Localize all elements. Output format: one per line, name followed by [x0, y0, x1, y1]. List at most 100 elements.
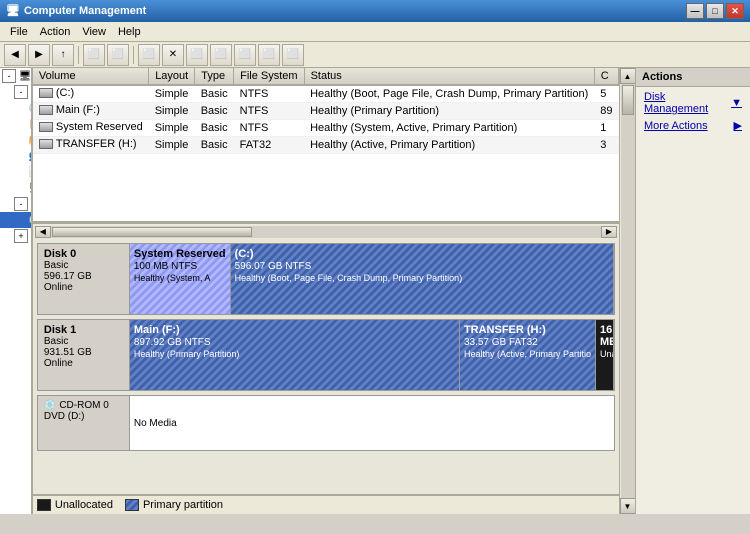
disk1-partitions: Main (F:) 897.92 GB NTFS Healthy (Primar…	[130, 320, 614, 390]
h-scroll-thumb[interactable]	[52, 227, 252, 237]
cell-cap-1: 89	[594, 103, 618, 120]
disk0-sysres-status: Healthy (System, A	[134, 273, 226, 283]
col-volume[interactable]: Volume	[33, 68, 149, 85]
toolbar-btn-5[interactable]: ✕	[162, 44, 184, 66]
toolbar-btn-10[interactable]: ⬜	[282, 44, 304, 66]
disk0-partition-sysres[interactable]: System Reserved 100 MB NTFS Healthy (Sys…	[130, 244, 231, 314]
tree-system-tools[interactable]: - 📁 System Tools	[0, 84, 31, 100]
forward-button[interactable]: ▶	[28, 44, 50, 66]
disk0-c-name: (C:)	[235, 248, 609, 260]
table-row[interactable]: Main (F:) Simple Basic NTFS Healthy (Pri…	[33, 103, 619, 120]
tree-performance[interactable]: 📊 Performance	[0, 164, 31, 180]
col-status[interactable]: Status	[304, 68, 594, 85]
up-button[interactable]: ↑	[52, 44, 74, 66]
cdrom-label: 💿 CD-ROM 0 DVD (D:)	[38, 396, 130, 450]
col-filesystem[interactable]: File System	[234, 68, 304, 85]
disk0-status: Online	[44, 282, 123, 293]
services-expander[interactable]: +	[14, 229, 28, 243]
show-hide-button[interactable]: ⬜	[83, 44, 105, 66]
cell-fs-0: NTFS	[234, 85, 304, 103]
disk1-partition-f[interactable]: Main (F:) 897.92 GB NTFS Healthy (Primar…	[130, 320, 460, 390]
h-scroll-track[interactable]	[51, 226, 601, 238]
tree-panel: - 🖥 Computer Management (Local - 📁 Syste…	[0, 68, 33, 514]
table-row[interactable]: TRANSFER (H:) Simple Basic FAT32 Healthy…	[33, 137, 619, 154]
disk0-partition-c[interactable]: (C:) 596.07 GB NTFS Healthy (Boot, Page …	[231, 244, 614, 314]
disk0-c-status: Healthy (Boot, Page File, Crash Dump, Pr…	[235, 273, 609, 283]
tree-services[interactable]: + ⚙ Services and Applications	[0, 228, 31, 244]
tree-event-viewer[interactable]: 📋 Event Viewer	[0, 116, 31, 132]
sys-tools-expander[interactable]: -	[14, 85, 28, 99]
toolbar-btn-4[interactable]: ⬜	[138, 44, 160, 66]
disk1-f-name: Main (F:)	[134, 324, 455, 336]
disk1-partition-h[interactable]: TRANSFER (H:) 33.57 GB FAT32 Healthy (Ac…	[460, 320, 596, 390]
actions-header: Actions	[636, 68, 750, 87]
minimize-button[interactable]: —	[686, 3, 704, 19]
toolbar-btn-6[interactable]: ⬜	[186, 44, 208, 66]
action-disk-mgmt[interactable]: Disk Management ▼	[636, 89, 750, 117]
disk1-partition-unalloc[interactable]: 16 MB Unallo	[596, 320, 614, 390]
disk1-h-name: TRANSFER (H:)	[464, 324, 591, 336]
scroll-right-btn[interactable]: ▶	[601, 226, 617, 238]
tree-storage[interactable]: - 💾 Storage	[0, 196, 31, 212]
root-expander[interactable]: -	[2, 69, 16, 83]
disk1-unalloc-label: Unallo	[600, 349, 609, 359]
tree-local-users[interactable]: 👥 Local Users and Groups	[0, 148, 31, 164]
cell-cap-0: 5	[594, 85, 618, 103]
toolbar-btn-7[interactable]: ⬜	[210, 44, 232, 66]
toolbar-btn-8[interactable]: ⬜	[234, 44, 256, 66]
volumes-table: Volume Layout Type File System Status C	[33, 68, 619, 154]
table-h-scrollbar[interactable]: ◀ ▶	[33, 223, 619, 239]
unallocated-label: Unallocated	[55, 499, 113, 511]
maximize-button[interactable]: □	[706, 3, 724, 19]
scroll-thumb[interactable]	[622, 85, 634, 115]
computer-icon: 🖥	[18, 69, 32, 83]
cell-volume-0: (C:)	[33, 85, 149, 103]
scroll-up-btn[interactable]: ▲	[620, 68, 636, 84]
tree-disk-management[interactable]: 💿 Disk Management	[0, 212, 31, 228]
cdrom-name: CD-ROM 0	[59, 400, 108, 411]
menu-action[interactable]: Action	[34, 25, 77, 39]
content-area: Volume Layout Type File System Status C	[33, 68, 619, 514]
scroll-down-btn[interactable]: ▼	[620, 498, 636, 514]
actions-panel: Actions Disk Management ▼ More Actions ▶	[635, 68, 750, 514]
disk0-partitions: System Reserved 100 MB NTFS Healthy (Sys…	[130, 244, 614, 314]
disk0-label: Disk 0 Basic 596.17 GB Online	[38, 244, 130, 314]
action-more-actions[interactable]: More Actions ▶	[636, 117, 750, 134]
menu-file[interactable]: File	[4, 25, 34, 39]
disk1-row: Disk 1 Basic 931.51 GB Online Main (F:) …	[37, 319, 615, 391]
disk0-sysres-name: System Reserved	[134, 248, 226, 260]
back-button[interactable]: ◀	[4, 44, 26, 66]
primary-color-box	[125, 499, 139, 511]
drive-icon-3	[39, 139, 53, 149]
scroll-track[interactable]	[621, 84, 635, 498]
tree-device-manager[interactable]: 🖥 Device Manager	[0, 180, 31, 196]
disk0-sysres-fs: 100 MB NTFS	[134, 261, 226, 272]
cell-status-1: Healthy (Primary Partition)	[304, 103, 594, 120]
storage-expander[interactable]: -	[14, 197, 28, 211]
disk1-status: Online	[44, 358, 123, 369]
col-capacity[interactable]: C	[594, 68, 618, 85]
col-type[interactable]: Type	[195, 68, 234, 85]
cell-type-0: Basic	[195, 85, 234, 103]
v-scrollbar[interactable]: ▲ ▼	[619, 68, 635, 514]
close-button[interactable]: ✕	[726, 3, 744, 19]
toolbar-btn-9[interactable]: ⬜	[258, 44, 280, 66]
table-row[interactable]: System Reserved Simple Basic NTFS Health…	[33, 120, 619, 137]
cdrom-icon: 💿	[44, 400, 56, 411]
tree-task-scheduler[interactable]: 🕐 Task Scheduler	[0, 100, 31, 116]
table-row[interactable]: (C:) Simple Basic NTFS Healthy (Boot, Pa…	[33, 85, 619, 103]
cell-layout-2: Simple	[149, 120, 195, 137]
disk1-type: Basic	[44, 336, 123, 347]
disk0-c-fs: 596.07 GB NTFS	[235, 261, 609, 272]
col-layout[interactable]: Layout	[149, 68, 195, 85]
menu-help[interactable]: Help	[112, 25, 147, 39]
more-actions-label: More Actions	[644, 120, 708, 132]
scroll-left-btn[interactable]: ◀	[35, 226, 51, 238]
tree-shared-folders[interactable]: 📂 Shared Folders	[0, 132, 31, 148]
toolbar-btn-3[interactable]: ⬜	[107, 44, 129, 66]
right-panel: Volume Layout Type File System Status C	[33, 68, 750, 514]
drive-icon-0	[39, 88, 53, 98]
tree-root[interactable]: - 🖥 Computer Management (Local	[0, 68, 31, 84]
cell-type-1: Basic	[195, 103, 234, 120]
menu-view[interactable]: View	[76, 25, 112, 39]
